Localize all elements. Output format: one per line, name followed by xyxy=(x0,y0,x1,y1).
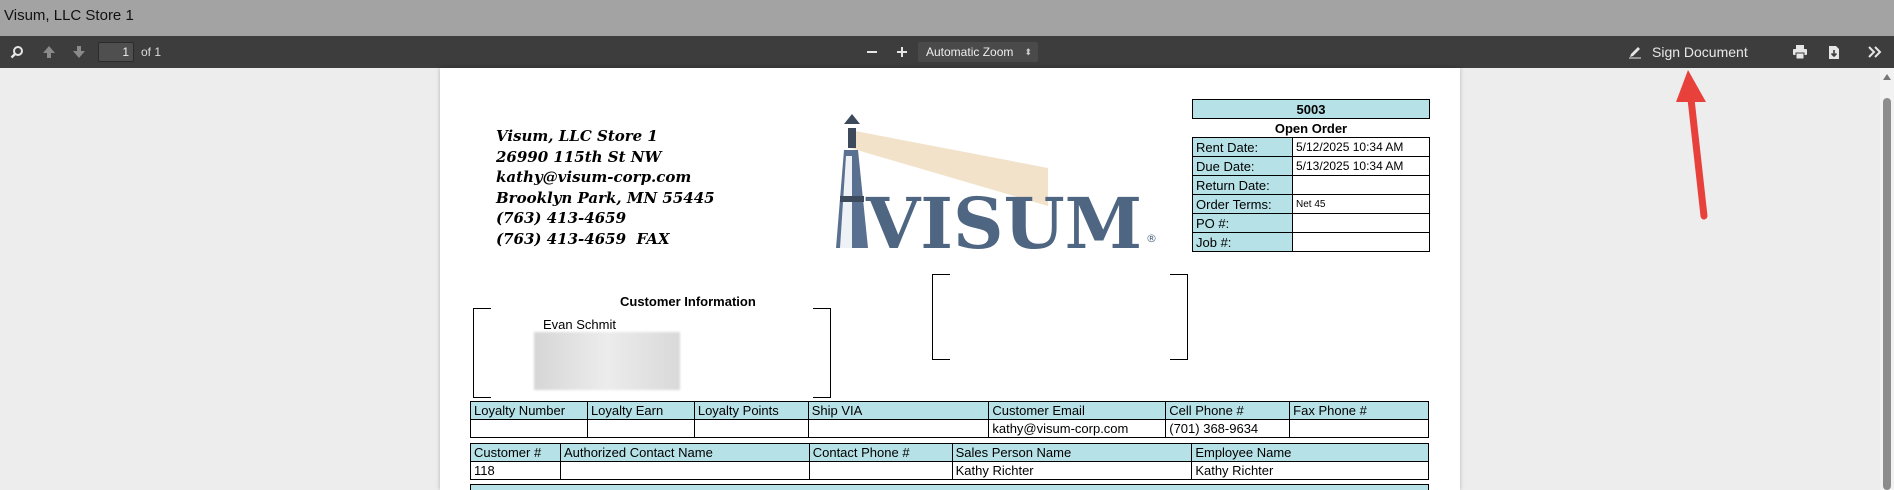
tools-menu-button[interactable] xyxy=(1864,36,1886,68)
store-name: Visum, LLC Store 1 xyxy=(496,127,658,145)
store-fax: (763) 413-4659 FAX xyxy=(496,229,670,248)
logo-wordmark: VISUM xyxy=(865,182,1142,256)
table-cell xyxy=(808,461,953,480)
annotation-arrow-icon xyxy=(1676,70,1708,220)
order-row: Rent Date: 5/12/2025 10:34 AM xyxy=(1192,137,1430,157)
scroll-up-arrow-icon[interactable] xyxy=(1883,74,1891,80)
previous-page-button[interactable] xyxy=(38,36,60,68)
customer-info-title: Customer Information xyxy=(620,294,756,309)
redacted-address xyxy=(534,332,680,390)
table-header: Customer Email xyxy=(988,401,1167,420)
order-status: Open Order xyxy=(1192,118,1430,138)
loyalty-table: Loyalty Number Loyalty Earn Loyalty Poin… xyxy=(470,401,1429,438)
table-cell xyxy=(559,461,810,480)
contact-table: Customer # Authorized Contact Name Conta… xyxy=(470,443,1429,480)
customer-bracket-right xyxy=(813,308,831,398)
store-address-block: Visum, LLC Store 1 26990 115th St NW kat… xyxy=(496,126,715,249)
visum-logo: VISUM ® xyxy=(818,96,1178,265)
search-button[interactable] xyxy=(6,36,28,68)
select-caret-icon: ⬍ xyxy=(1024,47,1032,57)
order-row: Order Terms: Net 45 xyxy=(1192,194,1430,214)
table-header: Employee Name xyxy=(1191,443,1429,462)
plus-icon xyxy=(897,47,907,57)
table-header: Loyalty Points xyxy=(693,401,809,420)
table-cell: Kathy Richter xyxy=(1191,461,1429,480)
store-email: kathy@visum-corp.com xyxy=(496,168,692,186)
arrow-up-icon xyxy=(43,46,55,58)
arrow-down-icon xyxy=(73,46,85,58)
order-row: Return Date: xyxy=(1192,175,1430,195)
minus-icon xyxy=(867,51,877,53)
double-chevron-right-icon xyxy=(1868,46,1882,58)
ship-bracket-left xyxy=(932,274,950,360)
store-phone: (763) 413-4659 xyxy=(496,209,627,227)
table-cell: Kathy Richter xyxy=(951,461,1193,480)
zoom-select-value: Automatic Zoom xyxy=(926,45,1014,59)
table-header: Ship VIA xyxy=(807,401,990,420)
order-row: PO #: xyxy=(1192,213,1430,233)
zoom-out-button[interactable] xyxy=(861,36,883,68)
pdf-toolbar: 1 of 1 Automatic Zoom ⬍ Sign Document xyxy=(0,36,1894,68)
customer-name: Evan Schmit xyxy=(543,317,616,332)
vertical-scrollbar[interactable] xyxy=(1880,68,1894,490)
table-header: Loyalty Earn xyxy=(586,401,695,420)
table-row: 118 Kathy Richter Kathy Richter xyxy=(470,461,1429,480)
loyalty-header-row: Loyalty Number Loyalty Earn Loyalty Poin… xyxy=(470,401,1429,420)
table-header: Authorized Contact Name xyxy=(559,443,810,462)
table-header: Sales Person Name xyxy=(951,443,1193,462)
print-button[interactable] xyxy=(1789,36,1811,68)
download-button[interactable] xyxy=(1823,36,1845,68)
order-row: Due Date: 5/13/2025 10:34 AM xyxy=(1192,156,1430,176)
pdf-page: Visum, LLC Store 1 26990 115th St NW kat… xyxy=(440,68,1460,490)
ship-bracket-right xyxy=(1170,274,1188,360)
table-header: Customer # xyxy=(470,443,561,462)
printer-icon xyxy=(1793,45,1807,59)
sign-document-button[interactable] xyxy=(1624,36,1646,68)
table-cell: 118 xyxy=(470,461,561,480)
table-row: kathy@visum-corp.com (701) 368-9634 xyxy=(470,419,1429,438)
page-number-input[interactable]: 1 xyxy=(98,42,134,62)
next-page-button[interactable] xyxy=(68,36,90,68)
table-cell xyxy=(470,419,588,438)
customer-bracket-left xyxy=(473,308,491,398)
table-header: Cell Phone # xyxy=(1165,401,1291,420)
table-cell xyxy=(807,419,990,438)
items-table-header-partial xyxy=(470,484,1429,490)
order-number: 5003 xyxy=(1192,99,1430,119)
order-info-table: 5003 Open Order Rent Date: 5/12/2025 10:3… xyxy=(1192,99,1430,252)
table-header: Fax Phone # xyxy=(1289,401,1429,420)
window-title: Visum, LLC Store 1 xyxy=(4,7,134,24)
table-cell xyxy=(1289,419,1429,438)
table-header: Loyalty Number xyxy=(470,401,588,420)
scrollbar-thumb[interactable] xyxy=(1883,98,1891,490)
store-city: Brooklyn Park, MN 55445 xyxy=(496,188,715,207)
table-cell xyxy=(693,419,809,438)
download-icon xyxy=(1829,45,1839,59)
zoom-select[interactable]: Automatic Zoom ⬍ xyxy=(918,42,1038,62)
zoom-in-button[interactable] xyxy=(891,36,913,68)
logo-registered-mark: ® xyxy=(1146,232,1157,245)
search-icon xyxy=(10,46,23,59)
table-cell xyxy=(586,419,695,438)
table-header: Contact Phone # xyxy=(808,443,953,462)
table-cell: kathy@visum-corp.com xyxy=(988,419,1167,438)
window-title-bar: Visum, LLC Store 1 xyxy=(0,0,1894,36)
contact-header-row: Customer # Authorized Contact Name Conta… xyxy=(470,443,1429,462)
store-street: 26990 115th St NW xyxy=(496,147,662,166)
order-row: Job #: xyxy=(1192,232,1430,252)
page-count: of 1 xyxy=(141,45,162,59)
sign-document-label[interactable]: Sign Document xyxy=(1652,36,1748,68)
table-cell: (701) 368-9634 xyxy=(1165,419,1291,438)
pen-icon xyxy=(1629,47,1641,59)
